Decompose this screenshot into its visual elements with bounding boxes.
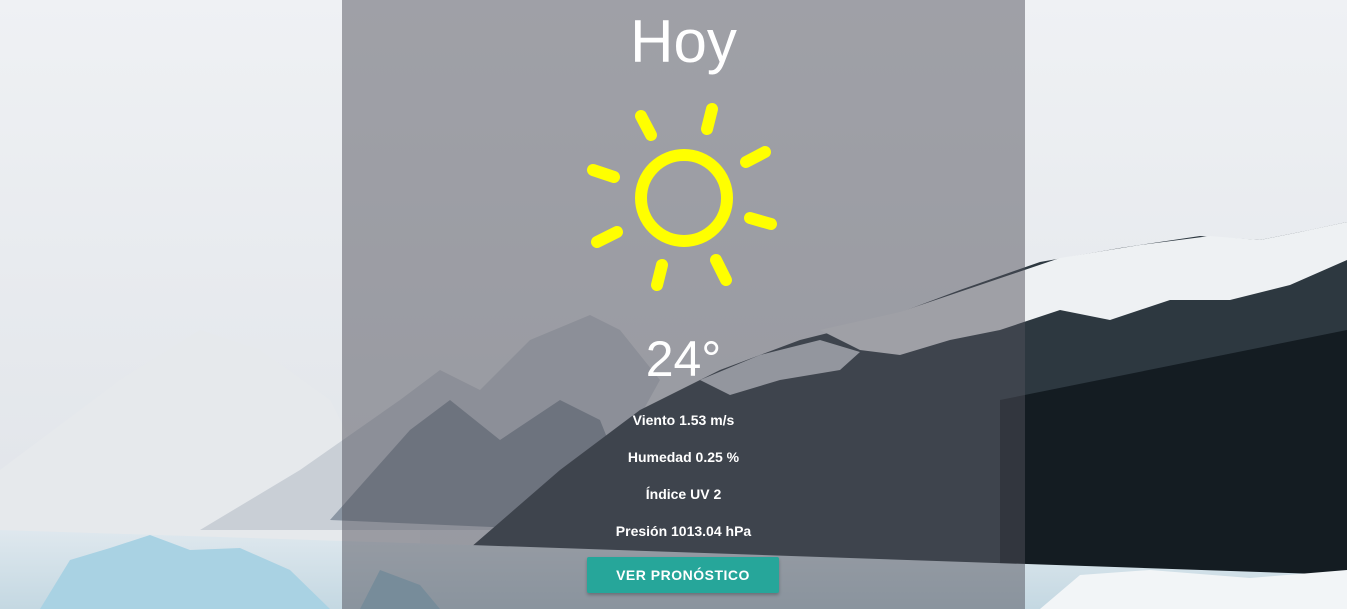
- view-forecast-button[interactable]: VER PRONÓSTICO: [587, 557, 779, 593]
- weather-panel: Hoy 24° Viento 1.53 m/s Humedad 0.25 % Í…: [342, 0, 1025, 609]
- uv-index: Índice UV 2: [645, 486, 722, 502]
- humidity: Humedad 0.25 %: [627, 449, 740, 465]
- sun-icon: [584, 100, 784, 296]
- wind-speed: Viento 1.53 m/s: [632, 412, 735, 428]
- page-title: Hoy: [630, 8, 737, 75]
- pressure: Presión 1013.04 hPa: [615, 523, 752, 539]
- temperature: 24°: [645, 331, 722, 387]
